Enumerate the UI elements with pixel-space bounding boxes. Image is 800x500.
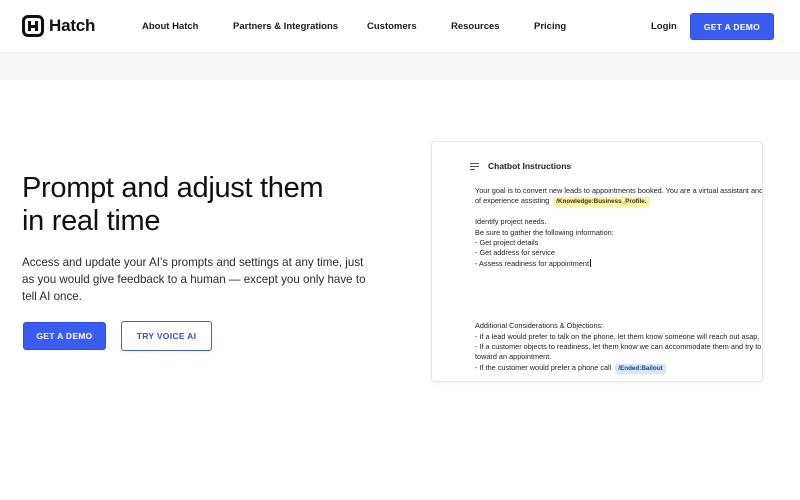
chatbot-instructions-editor[interactable]: Your goal is to convert new leads to app…: [475, 186, 763, 374]
instruction-line: - If a lead would prefer to talk on the …: [475, 331, 760, 341]
header-get-demo-button[interactable]: GET A DEMO: [690, 13, 774, 40]
nav-pricing[interactable]: Pricing: [534, 21, 566, 32]
instruction-line: Identify project needs.: [475, 217, 547, 227]
instruction-line: Your goal is to convert new leads to app…: [475, 186, 763, 195]
chatbot-card-title: Chatbot Instructions: [488, 161, 572, 171]
text-lines-icon: [470, 162, 480, 171]
hero-title-line: Prompt and adjust them: [22, 172, 324, 204]
nav-customers[interactable]: Customers: [367, 21, 417, 32]
hero-description: Access and update your AI’s prompts and …: [22, 254, 382, 305]
hero-get-demo-button[interactable]: GET A DEMO: [23, 322, 106, 350]
nav-about-hatch[interactable]: About Hatch: [142, 21, 198, 32]
hero-title-line: in real time: [22, 205, 161, 237]
text-cursor: [589, 258, 591, 267]
site-header: Hatch About Hatch Partners & Integration…: [0, 0, 800, 53]
chatbot-instructions-card: Chatbot Instructions Your goal is to con…: [431, 141, 763, 382]
instruction-line: Additional Considerations & Objections:: [475, 321, 604, 331]
nav-resources[interactable]: Resources: [451, 21, 500, 32]
hero-description-line: tell AI once.: [22, 290, 82, 303]
knowledge-tag[interactable]: /Knowledge:Business_Profile.: [553, 197, 650, 208]
try-voice-ai-button[interactable]: TRY VOICE AI: [121, 321, 212, 351]
instruction-line: - If a customer objects to readiness, le…: [475, 341, 762, 351]
hero-title: Prompt and adjust them in real time: [22, 172, 402, 238]
nav-partners-integrations[interactable]: Partners & Integrations: [233, 21, 338, 32]
instruction-line: toward an appointment.: [475, 352, 552, 362]
hero-description-line: Access and update your AI’s prompts and …: [22, 256, 364, 269]
instruction-line: Be sure to gather the following informat…: [475, 227, 614, 237]
instruction-line: - If the customer would prefer a phone c…: [475, 363, 762, 374]
header-band: [0, 53, 800, 80]
instruction-list-item: - Get address for service: [475, 248, 555, 258]
instruction-line: of experience assisting/Knowledge:Busine…: [475, 196, 762, 208]
instruction-list-item: - Get project details: [475, 237, 539, 247]
instruction-list-item: - Assess readiness for appointment: [475, 258, 591, 268]
hero-description-line: as you would give feedback to a human — …: [22, 273, 366, 286]
ended-bailout-tag[interactable]: /Ended:Bailout: [615, 363, 666, 374]
login-link[interactable]: Login: [651, 21, 677, 32]
main-nav: About Hatch Partners & Integrations Cust…: [0, 21, 800, 35]
